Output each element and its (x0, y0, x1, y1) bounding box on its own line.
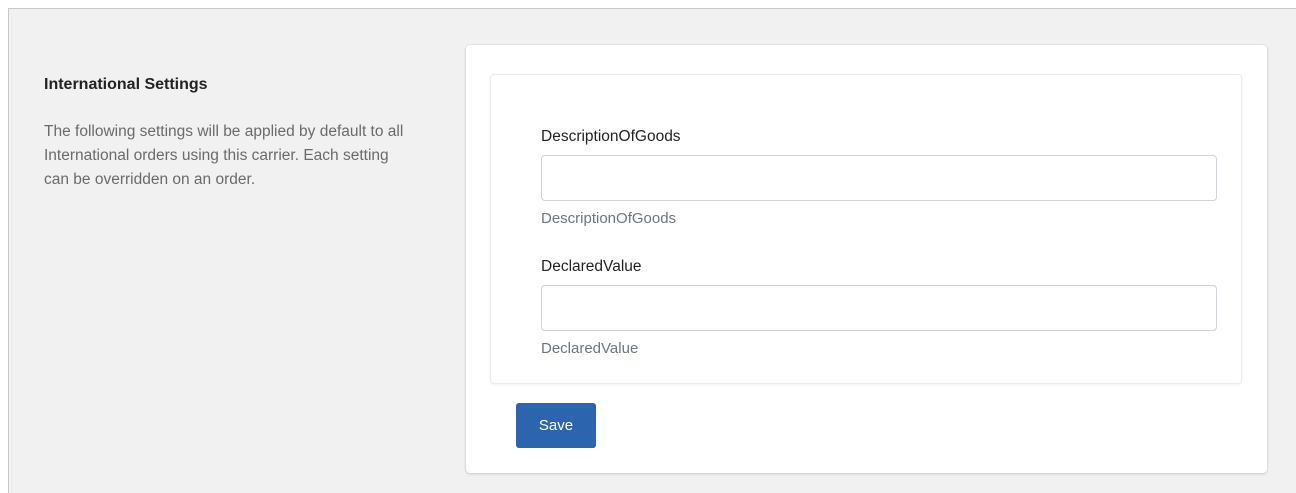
declared-value-help: DeclaredValue (541, 340, 639, 357)
description-of-goods-label: DescriptionOfGoods (541, 128, 681, 145)
settings-form-panel (490, 74, 1242, 384)
section-title: International Settings (44, 76, 208, 93)
save-button[interactable]: Save (516, 403, 596, 448)
description-of-goods-input[interactable] (541, 155, 1217, 201)
declared-value-input[interactable] (541, 285, 1217, 331)
description-of-goods-help: DescriptionOfGoods (541, 210, 677, 227)
section-description: The following settings will be applied b… (44, 123, 404, 188)
declared-value-label: DeclaredValue (541, 258, 642, 275)
